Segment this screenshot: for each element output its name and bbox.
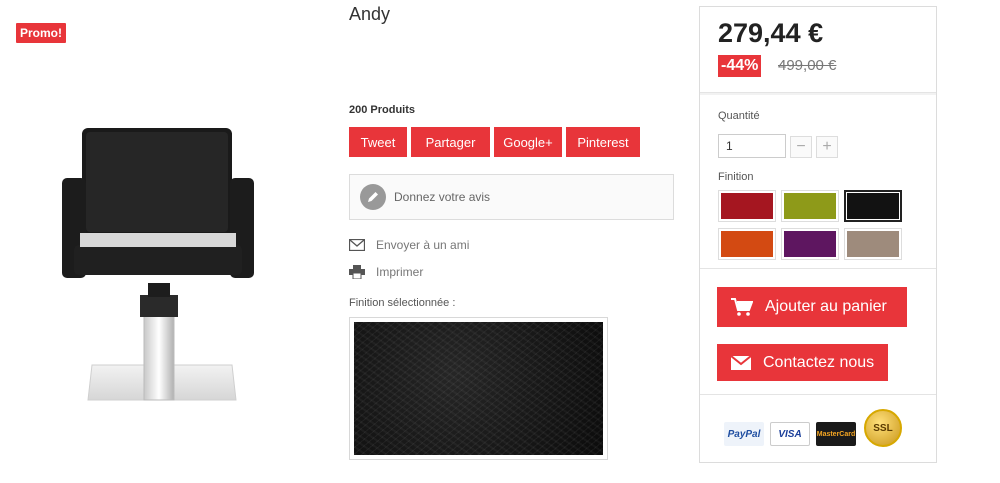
finish-swatch-black[interactable] [844,190,902,222]
share-facebook-button[interactable]: Partager [411,127,490,157]
discount-badge: -44% [718,55,762,77]
envelope-icon [731,355,751,370]
quantity-input[interactable] [718,134,786,158]
finish-swatch-color [847,231,899,257]
payment-methods: PayPal VISA MasterCard SSL [700,394,936,462]
finish-label: Finition [718,171,754,183]
contact-us-label: Contactez nous [763,353,875,371]
write-review-label: Donnez votre avis [394,190,491,204]
finish-swatch-purple[interactable] [781,228,839,260]
send-to-friend-label: Envoyer à un ami [376,238,470,252]
product-image[interactable] [0,95,325,430]
promo-badge: Promo! [16,23,66,43]
buy-panel: 279,44 € -44% 499,00 € Quantité − + Fini… [699,6,937,463]
leather-texture-preview [354,322,603,455]
pencil-icon [360,184,386,210]
options-section: Quantité − + Finition [700,93,936,269]
visa-logo: VISA [770,422,810,446]
finish-swatch-color [721,231,773,257]
product-title: Andy [349,4,391,24]
finish-swatch-red[interactable] [718,190,776,222]
price-section: 279,44 € -44% 499,00 € [700,7,936,93]
quantity-decrease-button[interactable]: − [790,136,812,158]
old-price: 499,00 € [778,57,837,74]
finish-swatch-taupe[interactable] [844,228,902,260]
print-link[interactable]: Imprimer [349,265,423,279]
finish-swatch-color [784,231,836,257]
mastercard-logo: MasterCard [816,422,856,446]
contact-us-button[interactable]: Contactez nous [717,344,888,381]
cart-icon [731,298,753,316]
finish-swatch-olive[interactable] [781,190,839,222]
finish-swatch-orange[interactable] [718,228,776,260]
pinterest-button[interactable]: Pinterest [566,127,640,157]
envelope-icon [349,238,367,252]
barber-chair-image [62,128,254,401]
print-label: Imprimer [376,265,424,279]
social-share-buttons: Tweet Partager Google+ Pinterest [349,127,640,157]
add-to-cart-label: Ajouter au panier [765,298,887,315]
google-plus-button[interactable]: Google+ [494,127,562,157]
finish-swatch-color [721,193,773,219]
tweet-button[interactable]: Tweet [349,127,407,157]
ssl-seal: SSL [864,409,902,447]
quantity-increase-button[interactable]: + [816,136,838,158]
finish-swatch-color [847,193,899,219]
printer-icon [349,265,367,279]
send-to-friend-link[interactable]: Envoyer à un ami [349,238,469,252]
selected-finish-preview [349,317,608,460]
quantity-label: Quantité [718,110,760,122]
paypal-logo: PayPal [724,422,764,446]
finish-swatches [718,190,902,260]
write-review-button[interactable]: Donnez votre avis [349,174,674,220]
selected-finish-label: Finition sélectionnée : [349,297,456,309]
add-to-cart-button[interactable]: Ajouter au panier [717,287,907,327]
current-price: 279,44 € [718,18,824,48]
finish-swatch-color [784,193,836,219]
product-count: 200 Produits [349,104,416,116]
